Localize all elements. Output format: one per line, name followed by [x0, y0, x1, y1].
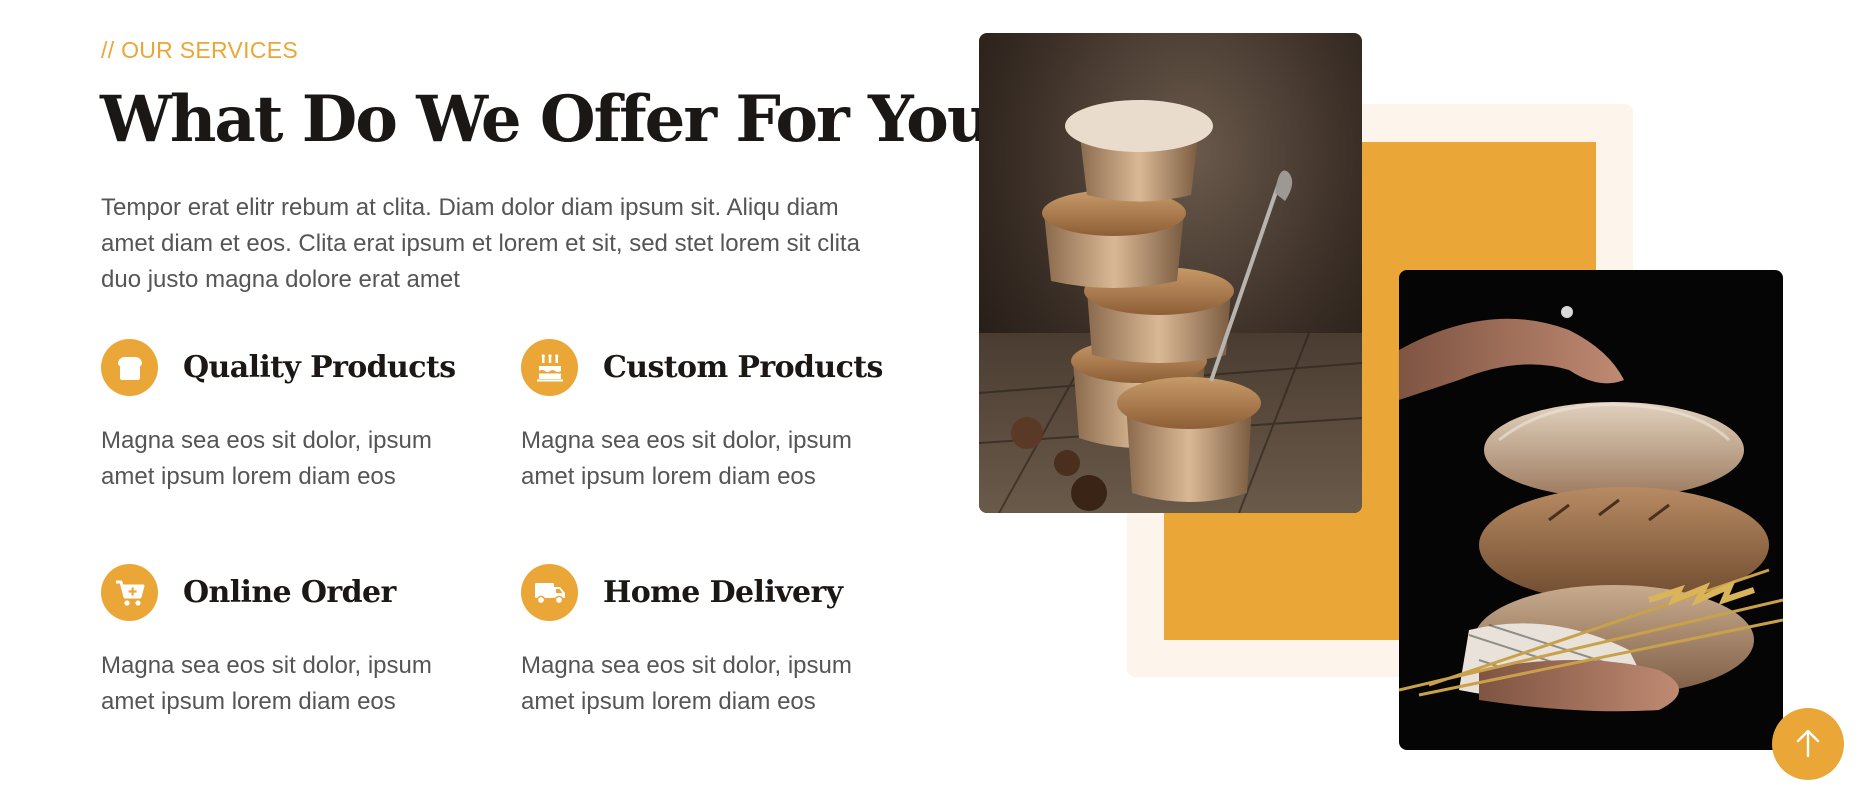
section-eyebrow: // OUR SERVICES: [101, 37, 299, 63]
service-title: Custom Products: [603, 350, 883, 385]
arrow-up-icon: [1796, 728, 1820, 761]
muffins-photo: [979, 33, 1362, 513]
cake-icon: [521, 339, 578, 396]
service-description: Magna sea eos sit dolor, ipsum amet ipsu…: [101, 652, 432, 715]
bread-photo: [1399, 270, 1783, 750]
service-title: Quality Products: [183, 350, 456, 385]
back-to-top-button[interactable]: [1772, 708, 1844, 780]
service-description: Magna sea eos sit dolor, ipsum amet ipsu…: [521, 652, 852, 715]
service-description: Magna sea eos sit dolor, ipsum amet ipsu…: [521, 427, 852, 490]
section-intro: Tempor erat elitr rebum at clita. Diam d…: [101, 194, 860, 293]
service-title: Home Delivery: [603, 575, 843, 610]
section-title: What Do We Offer For You?: [100, 82, 1029, 157]
truck-icon: [521, 564, 578, 621]
service-description: Magna sea eos sit dolor, ipsum amet ipsu…: [101, 427, 432, 490]
cart-plus-icon: [101, 564, 158, 621]
service-title: Online Order: [183, 575, 396, 610]
bread-icon: [101, 339, 158, 396]
